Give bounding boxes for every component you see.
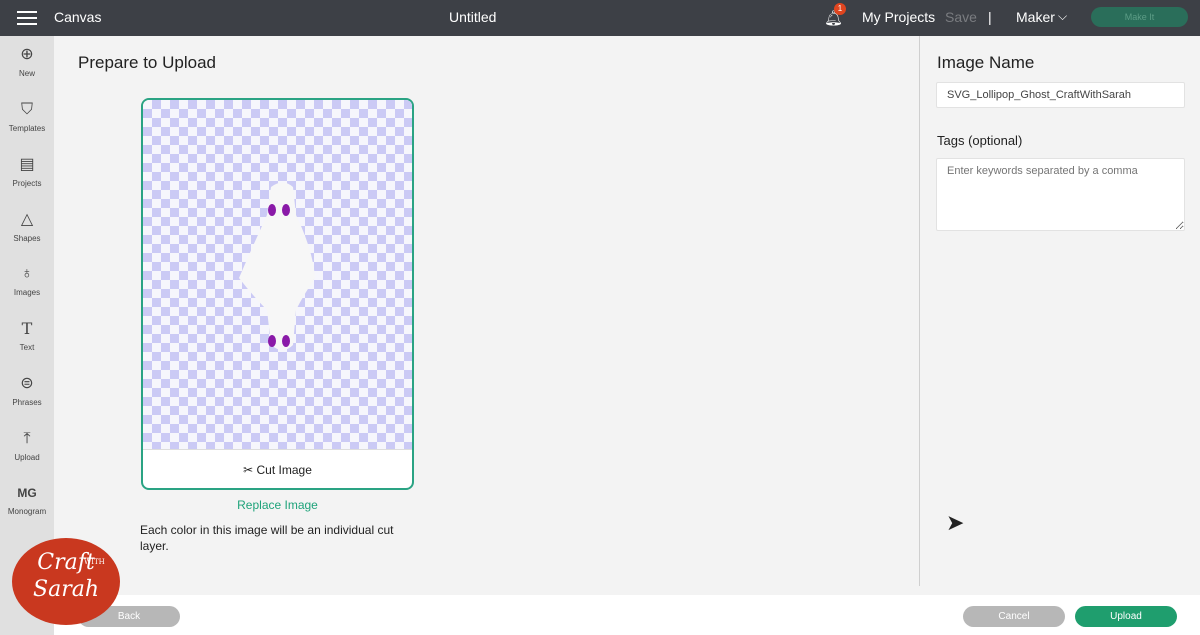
sidebar-item-upload[interactable]: ⤒ Upload — [0, 429, 54, 462]
tags-input[interactable] — [936, 158, 1185, 231]
image-preview-card: ✂ Cut Image — [141, 98, 414, 490]
replace-image-link[interactable]: Replace Image — [141, 498, 414, 512]
make-it-button[interactable]: Make It — [1091, 7, 1188, 27]
cut-layer-note: Each color in this image will be an indi… — [140, 523, 394, 553]
my-projects-link[interactable]: My Projects — [862, 9, 935, 25]
panel-divider — [919, 36, 920, 586]
sidebar-item-shapes[interactable]: △ Shapes — [0, 210, 54, 243]
menu-icon[interactable] — [17, 11, 37, 25]
sidebar-item-monogram[interactable]: MG Monogram — [0, 483, 54, 516]
upload-button[interactable]: Upload — [1075, 606, 1177, 627]
app-name[interactable]: Canvas — [54, 9, 101, 25]
ghost-image — [239, 182, 315, 350]
image-name-input[interactable] — [936, 82, 1185, 108]
cut-image-label: ✂ Cut Image — [143, 449, 412, 488]
monogram-icon: MG — [17, 486, 37, 500]
project-title: Untitled — [449, 9, 497, 25]
top-bar: Canvas Untitled 🔔︎ 1 My Projects Save | … — [0, 0, 1200, 36]
sidebar-item-new[interactable]: ⊕ New — [0, 45, 54, 78]
lightbulb-icon: ♁ — [21, 265, 33, 282]
speech-bubble-icon: ⊜ — [20, 375, 34, 392]
shirt-icon: ⛉ — [20, 101, 33, 118]
scissors-icon: ✂ — [243, 463, 257, 477]
sidebar-item-projects[interactable]: ▤ Projects — [0, 155, 54, 188]
shapes-icon: △ — [20, 211, 34, 228]
clipboard-icon: ▤ — [19, 156, 35, 173]
sidebar-item-phrases[interactable]: ⊜ Phrases — [0, 374, 54, 407]
plus-circle-icon: ⊕ — [20, 46, 34, 63]
upload-icon: ⤒ — [23, 430, 31, 447]
chevron-down-icon[interactable]: ⌵ — [1058, 9, 1067, 24]
machine-select[interactable]: Maker — [1016, 9, 1055, 25]
cancel-button[interactable]: Cancel — [963, 606, 1065, 627]
craft-with-sarah-logo: Craft WITH Sarah — [12, 538, 120, 625]
text-icon: T — [21, 319, 33, 338]
mouse-cursor-icon: ➤ — [946, 510, 965, 535]
image-name-label: Image Name — [937, 53, 1035, 72]
page-title: Prepare to Upload — [78, 53, 216, 72]
tags-label: Tags (optional) — [937, 133, 1023, 148]
sidebar-item-templates[interactable]: ⛉ Templates — [0, 100, 54, 133]
sidebar-item-text[interactable]: T Text — [0, 319, 54, 352]
sidebar-item-images[interactable]: ♁ Images — [0, 264, 54, 297]
save-button[interactable]: Save — [945, 9, 977, 25]
notification-badge: 1 — [834, 3, 846, 15]
separator: | — [988, 9, 992, 25]
transparent-background — [143, 100, 412, 449]
